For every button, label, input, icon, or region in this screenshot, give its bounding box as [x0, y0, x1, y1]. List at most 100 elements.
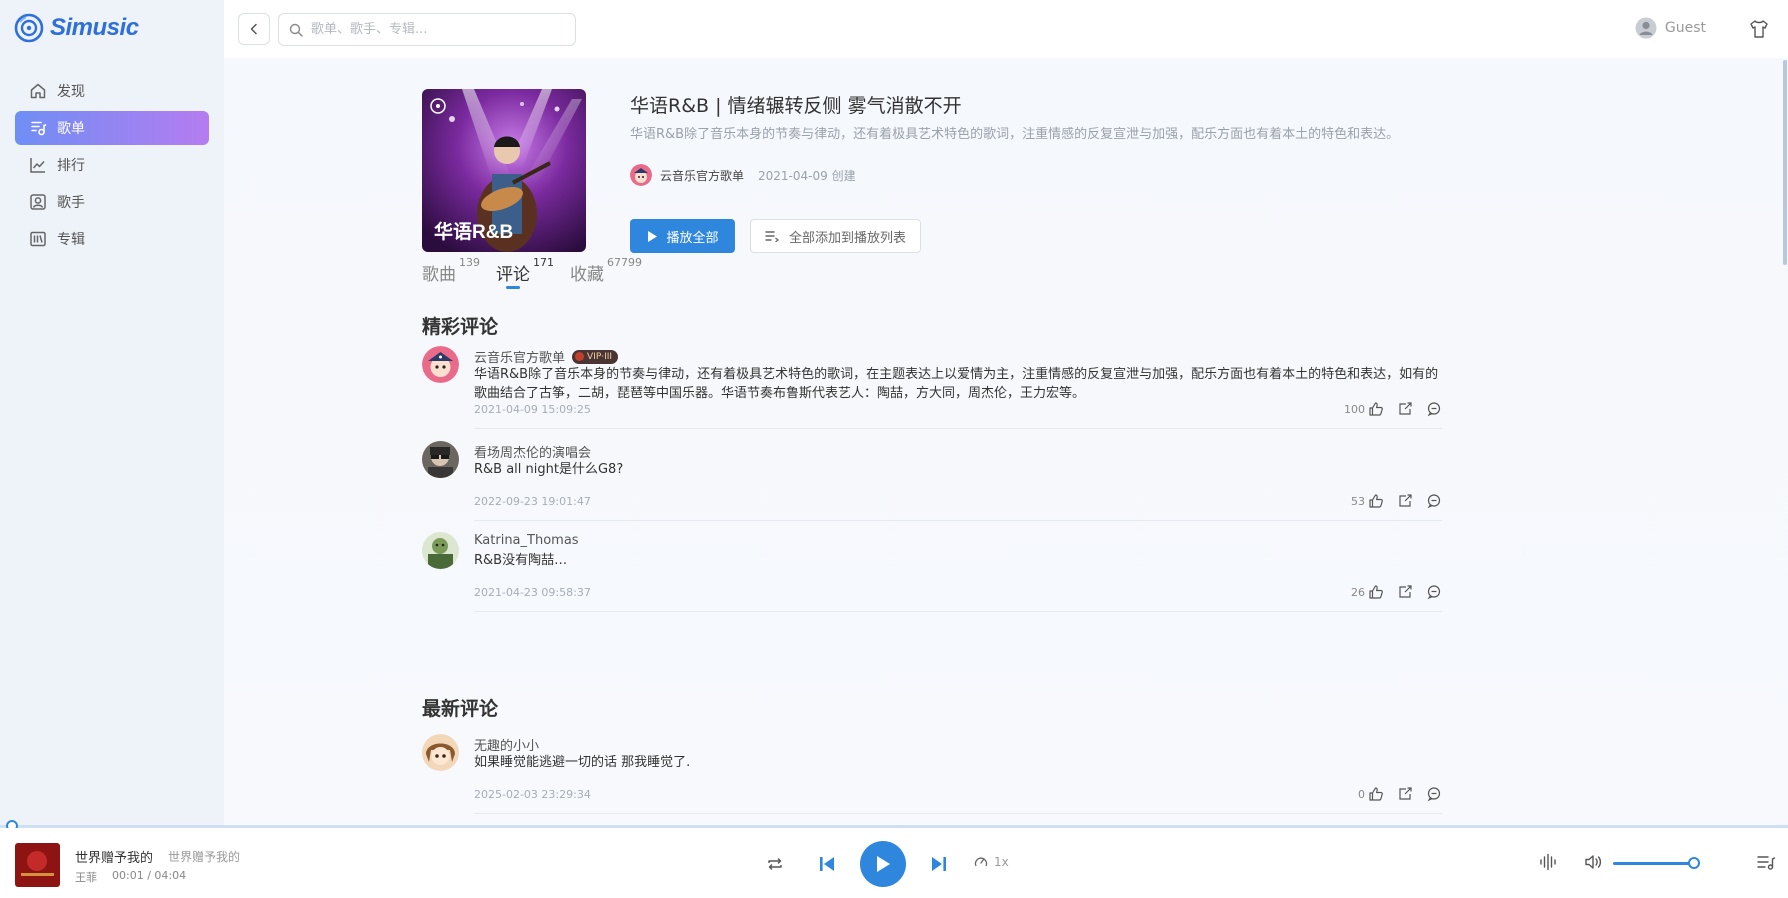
comment-item: 云音乐官方歌单 VIP·III 华语R&B除了音乐本身的节奏与律动，还有着极具艺…	[422, 346, 1442, 429]
playlist-description: 华语R&B除了音乐本身的节奏与律动，还有着极具艺术特色的歌词，注重情感的反复宣泄…	[630, 127, 1400, 142]
comment-avatar[interactable]	[422, 532, 459, 569]
tab-count: 67799	[607, 256, 642, 269]
like-count: 0	[1358, 787, 1365, 801]
logo-disc-icon	[14, 13, 44, 43]
like-icon[interactable]	[1368, 584, 1384, 600]
share-icon[interactable]	[1397, 493, 1413, 509]
tab-songs[interactable]: 歌曲 139	[422, 254, 480, 294]
playlist-icon	[31, 121, 47, 136]
comment-username[interactable]: 云音乐官方歌单	[474, 347, 565, 366]
play-pause-button[interactable]	[860, 841, 906, 887]
now-playing-artist[interactable]: 王菲	[75, 869, 97, 885]
sidebar-item-ranking[interactable]: 排行	[15, 148, 209, 182]
comment-text: 华语R&B除了音乐本身的节奏与律动，还有着极具艺术特色的歌词，在主题表达上以爱情…	[474, 367, 1439, 401]
now-playing-album[interactable]: 世界赠予我的	[168, 848, 240, 865]
vip-badge-label: VIP·III	[587, 351, 613, 362]
comment-user: 云音乐官方歌单 VIP·III	[474, 347, 619, 366]
comment-user: 看场周杰伦的演唱会	[474, 442, 591, 461]
like-icon[interactable]	[1368, 786, 1384, 802]
comment-avatar[interactable]	[422, 346, 459, 383]
like-count: 100	[1344, 402, 1365, 416]
sidebar-item-discover[interactable]: 发现	[15, 74, 209, 108]
comment-divider	[474, 813, 1442, 814]
play-all-label: 播放全部	[666, 230, 719, 246]
sidebar: Simusic 发现 歌单 排行 歌手 专辑	[0, 0, 224, 826]
hot-comments-title: 精彩评论	[422, 316, 499, 338]
reply-icon[interactable]	[1426, 493, 1442, 509]
search-icon	[289, 23, 303, 37]
add-all-to-queue-button[interactable]: 全部添加到播放列表	[750, 219, 921, 253]
share-icon[interactable]	[1397, 401, 1413, 417]
sidebar-item-playlist[interactable]: 歌单	[15, 111, 209, 145]
repeat-icon[interactable]	[766, 855, 784, 873]
tab-label: 收藏	[570, 265, 604, 285]
comment-actions: 0	[1358, 786, 1442, 802]
share-icon[interactable]	[1397, 584, 1413, 600]
like-icon[interactable]	[1368, 401, 1384, 417]
volume-icon[interactable]	[1583, 852, 1603, 872]
sidebar-item-album[interactable]: 专辑	[15, 222, 209, 256]
reply-icon[interactable]	[1426, 786, 1442, 802]
sound-effect-icon[interactable]	[1538, 852, 1558, 872]
comment-username[interactable]: 看场周杰伦的演唱会	[474, 442, 591, 461]
comment-time: 2021-04-23 09:58:37	[474, 586, 591, 599]
comment-time: 2021-04-09 15:09:25	[474, 403, 591, 416]
tab-label: 评论	[496, 265, 530, 285]
playback-controls: 1x	[760, 841, 1020, 887]
playlist-creator: 云音乐官方歌单 2021-04-09 创建	[630, 164, 856, 186]
playlist-cover: 华语R&B	[422, 89, 586, 252]
comment-actions: 26	[1351, 584, 1442, 600]
comment-divider	[474, 428, 1442, 429]
app-root: Simusic 发现 歌单 排行 歌手 专辑 歌单、歌手、专辑... Guest…	[0, 0, 1788, 898]
user-name: Guest	[1664, 20, 1706, 36]
play-icon	[648, 230, 658, 242]
sidebar-item-label: 发现	[57, 84, 85, 100]
album-icon	[30, 231, 46, 247]
creator-avatar[interactable]	[630, 164, 652, 186]
scrollbar[interactable]	[1782, 58, 1788, 826]
theme-shirt-icon[interactable]	[1748, 18, 1770, 40]
add-all-label: 全部添加到播放列表	[788, 230, 906, 246]
volume-slider-knob[interactable]	[1688, 857, 1700, 869]
comment-text: 如果睡觉能逃避一切的话 那我睡觉了.	[474, 755, 691, 770]
next-track-icon[interactable]	[929, 854, 949, 874]
comment-avatar[interactable]	[422, 441, 459, 478]
comment-username[interactable]: 无趣的小小	[474, 735, 539, 754]
back-button[interactable]	[238, 13, 270, 45]
chevron-left-icon	[250, 23, 257, 35]
comment-text: R&B all night是什么G8?	[474, 462, 624, 477]
singer-icon	[30, 194, 46, 210]
tab-label: 歌曲	[422, 265, 456, 285]
like-count: 53	[1351, 494, 1365, 508]
playback-speed[interactable]: 1x	[974, 855, 1009, 869]
new-comments-title: 最新评论	[422, 698, 499, 720]
comment-item: 看场周杰伦的演唱会 R&B all night是什么G8? 2022-09-23…	[422, 441, 1442, 521]
comment-divider	[474, 520, 1442, 521]
tab-comments[interactable]: 评论 171	[496, 254, 554, 294]
tab-favorites[interactable]: 收藏 67799	[570, 254, 642, 294]
now-playing-title[interactable]: 世界赠予我的	[75, 847, 153, 866]
now-playing-cover[interactable]	[15, 843, 60, 887]
creator-name[interactable]: 云音乐官方歌单	[660, 167, 744, 184]
reply-icon[interactable]	[1426, 584, 1442, 600]
like-icon[interactable]	[1368, 493, 1384, 509]
active-tab-indicator	[506, 286, 520, 289]
like-count: 26	[1351, 585, 1365, 599]
sidebar-item-singer[interactable]: 歌手	[15, 185, 209, 219]
share-icon[interactable]	[1397, 786, 1413, 802]
playback-time: 00:01 / 04:04	[112, 869, 187, 882]
logo[interactable]: Simusic	[14, 13, 139, 43]
search-input[interactable]	[311, 22, 551, 37]
previous-track-icon[interactable]	[817, 854, 837, 874]
comment-username[interactable]: Katrina_Thomas	[474, 533, 579, 548]
chart-icon	[30, 158, 45, 173]
user-menu[interactable]: Guest	[1635, 17, 1706, 39]
reply-icon[interactable]	[1426, 401, 1442, 417]
sidebar-item-label: 歌手	[57, 195, 85, 211]
play-queue-icon[interactable]	[1756, 852, 1776, 872]
play-all-button[interactable]: 播放全部	[630, 219, 735, 253]
scrollbar-thumb[interactable]	[1783, 60, 1787, 265]
comment-avatar[interactable]	[422, 734, 459, 771]
tab-count: 139	[459, 256, 480, 269]
volume-slider[interactable]	[1613, 862, 1695, 865]
